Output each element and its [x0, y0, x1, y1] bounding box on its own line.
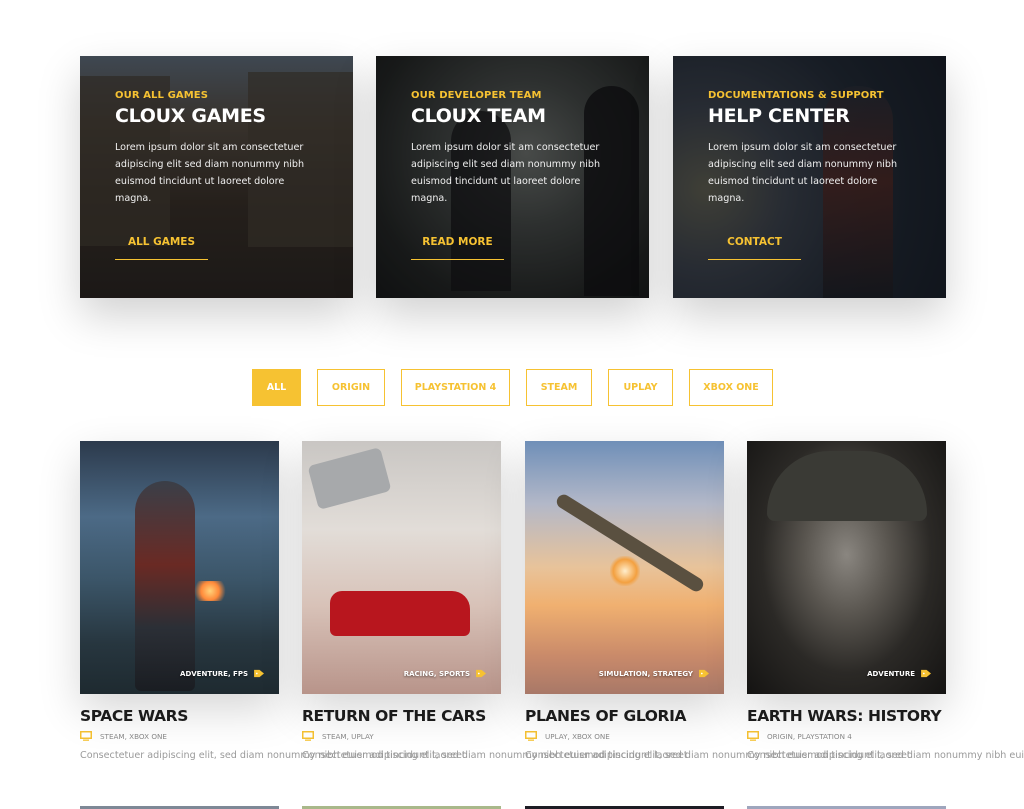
game-title[interactable]: EARTH WARS: HISTORY	[747, 707, 946, 725]
tag-icon	[254, 669, 264, 678]
game-title[interactable]: RETURN OF THE CARS	[302, 707, 501, 725]
tag-icon	[476, 669, 486, 678]
feature-card-help: DOCUMENTATIONS & SUPPORT HELP CENTER Lor…	[673, 56, 946, 298]
feature-eyebrow: DOCUMENTATIONS & SUPPORT	[708, 90, 884, 101]
game-description: Consectetuer adipiscing elit, sed diam n…	[302, 750, 688, 761]
monitor-icon	[525, 731, 537, 741]
game-title[interactable]: PLANES OF GLORIA	[525, 707, 724, 725]
monitor-icon	[302, 731, 314, 741]
feature-description: Lorem ipsum dolor sit am consectetuer ad…	[115, 142, 305, 204]
monitor-icon	[747, 731, 759, 741]
filter-playstation-4[interactable]: PLAYSTATION 4	[401, 369, 510, 406]
game-cover-image[interactable]: ADVENTURE, FPS	[80, 441, 279, 694]
game-title[interactable]: SPACE WARS	[80, 707, 279, 725]
game-card[interactable]: SIMULATION, STRATEGY PLANES OF GLORIA UP…	[525, 441, 911, 764]
tag-icon	[921, 669, 931, 678]
game-cover-image[interactable]: SIMULATION, STRATEGY	[525, 441, 724, 694]
feature-description: Lorem ipsum dolor sit am consectetuer ad…	[411, 142, 601, 204]
feature-title: CLOUX GAMES	[115, 105, 266, 127]
game-card[interactable]: ADVENTURE EARTH WARS: HISTORY ORIGIN, PL…	[747, 441, 1024, 764]
game-card[interactable]: ADVENTURE, FPS SPACE WARS STEAM, XBOX ON…	[80, 441, 466, 764]
read-more-link[interactable]: READ MORE	[411, 236, 504, 260]
filter-steam[interactable]: STEAM	[526, 369, 592, 406]
game-cover-image[interactable]: ADVENTURE	[747, 441, 946, 694]
contact-link[interactable]: CONTACT	[708, 236, 801, 260]
monitor-icon	[80, 731, 92, 741]
game-description: Consectetuer adipiscing elit, sed diam n…	[747, 750, 1024, 761]
game-description: Consectetuer adipiscing elit, sed diam n…	[525, 750, 911, 761]
platform-list: STEAM, UPLAY	[322, 731, 374, 741]
genre-label: ADVENTURE	[867, 669, 915, 678]
genre-tags: RACING, SPORTS	[404, 669, 487, 678]
game-description: Consectetuer adipiscing elit, sed diam n…	[80, 750, 466, 761]
genre-tags: ADVENTURE	[867, 669, 932, 678]
game-card[interactable]: RACING, SPORTS RETURN OF THE CARS STEAM,…	[302, 441, 688, 764]
platform-list: STEAM, XBOX ONE	[100, 731, 167, 741]
feature-cards: OUR ALL GAMES CLOUX GAMES Lorem ipsum do…	[80, 56, 947, 298]
feature-card-games: OUR ALL GAMES CLOUX GAMES Lorem ipsum do…	[80, 56, 353, 298]
filter-xbox-one[interactable]: XBOX ONE	[689, 369, 773, 406]
all-games-link[interactable]: ALL GAMES	[115, 236, 208, 260]
filter-all[interactable]: ALL	[252, 369, 301, 406]
filter-uplay[interactable]: UPLAY	[608, 369, 673, 406]
genre-label: SIMULATION, STRATEGY	[598, 669, 693, 678]
genre-label: ADVENTURE, FPS	[180, 669, 248, 678]
genre-label: RACING, SPORTS	[403, 669, 470, 678]
feature-description: Lorem ipsum dolor sit am consectetuer ad…	[708, 142, 898, 204]
feature-title: CLOUX TEAM	[411, 105, 546, 127]
filter-origin[interactable]: ORIGIN	[317, 369, 385, 406]
platform-filter-bar: ALL ORIGIN PLAYSTATION 4 STEAM UPLAY XBO…	[252, 369, 773, 406]
platform-list: ORIGIN, PLAYSTATION 4	[767, 731, 852, 741]
genre-tags: ADVENTURE, FPS	[180, 669, 265, 678]
feature-eyebrow: OUR ALL GAMES	[115, 90, 208, 101]
tag-icon	[699, 669, 709, 678]
platform-list: UPLAY, XBOX ONE	[545, 731, 610, 741]
feature-title: HELP CENTER	[708, 105, 850, 127]
feature-eyebrow: OUR DEVELOPER TEAM	[411, 90, 542, 101]
genre-tags: SIMULATION, STRATEGY	[599, 669, 710, 678]
game-cover-image[interactable]: RACING, SPORTS	[302, 441, 501, 694]
feature-card-team: OUR DEVELOPER TEAM CLOUX TEAM Lorem ipsu…	[376, 56, 649, 298]
